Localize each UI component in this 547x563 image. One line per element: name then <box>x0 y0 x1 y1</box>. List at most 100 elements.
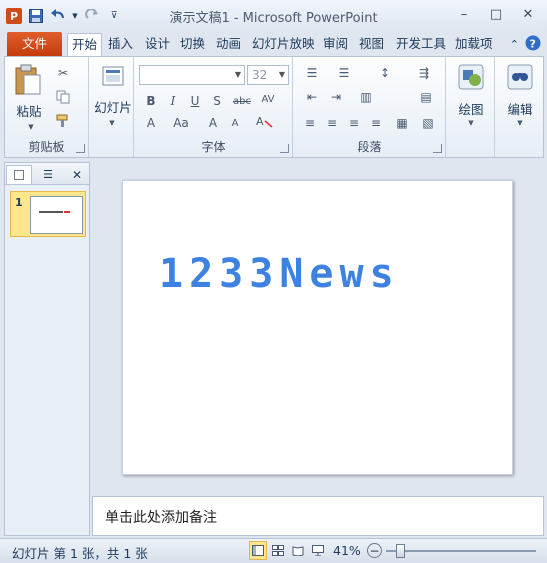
zoom-out-icon[interactable]: − <box>367 543 382 558</box>
bold-icon[interactable]: B <box>143 93 159 109</box>
clear-formatting-icon[interactable]: A <box>255 113 275 129</box>
font-name-combo[interactable]: ▼ <box>139 65 245 85</box>
ribbon-home: 粘贴 ▼ ✂ 剪贴板 幻灯片 ▼ ▼ 32 ▼ B I U S abc AV A <box>4 56 544 158</box>
align-right-icon[interactable]: ≡ <box>346 115 362 131</box>
font-name-dropdown-icon: ▼ <box>234 70 241 79</box>
text-direction-icon[interactable]: ⇶ <box>414 65 434 81</box>
slides-group: 幻灯片 ▼ <box>90 57 134 157</box>
clipboard-launcher-icon[interactable] <box>76 144 85 153</box>
paste-button[interactable]: 粘贴 <box>13 101 45 120</box>
character-spacing-icon[interactable]: AV <box>257 91 279 107</box>
align-left-icon[interactable]: ≡ <box>302 115 318 131</box>
clipboard-group: 粘贴 ▼ ✂ 剪贴板 <box>5 57 89 157</box>
slide-count-status: 幻灯片 第 1 张，共 1 张 <box>12 546 148 561</box>
zoom-level[interactable]: 41% <box>333 543 361 558</box>
title-bar: P ▼ ⊽ 演示文稿1 - Microsoft PowerPoint – □ ✕ <box>0 0 547 30</box>
new-slide-icon[interactable] <box>102 63 124 89</box>
ribbon-tabs: 文件 开始 插入 设计 切换 动画 幻灯片放映 审阅 视图 开发工具 加载项 ⌃… <box>0 30 547 56</box>
slide-thumbnail-number: 1 <box>15 196 23 209</box>
font-group-label: 字体 <box>201 140 226 154</box>
distributed-icon[interactable]: ▦ <box>394 115 410 131</box>
drawing-dropdown-icon[interactable]: ▼ <box>463 115 479 131</box>
slide-canvas[interactable]: 1233News <box>122 180 513 475</box>
paste-icon[interactable] <box>13 63 43 97</box>
slides-pane-tabs: ☰ ✕ <box>5 163 89 185</box>
tab-design[interactable]: 设计 <box>145 33 170 56</box>
paste-dropdown-icon[interactable]: ▼ <box>23 119 39 135</box>
bullets-icon[interactable]: ☰ <box>302 65 322 81</box>
increase-font-size-icon[interactable]: A <box>205 115 221 131</box>
tab-addins[interactable]: 加载项 <box>455 33 493 56</box>
font-size-combo[interactable]: 32 ▼ <box>247 65 289 85</box>
slide-thumbnail-preview <box>30 196 83 234</box>
cut-icon[interactable]: ✂ <box>55 65 71 81</box>
copy-icon[interactable] <box>55 89 71 105</box>
zoom-slider-track[interactable] <box>386 550 536 552</box>
decrease-indent-icon[interactable]: ⇤ <box>302 89 322 105</box>
view-buttons <box>249 541 327 560</box>
tab-developer[interactable]: 开发工具 <box>396 33 446 56</box>
decrease-font-size-icon[interactable]: A <box>227 115 243 131</box>
outline-icon: ☰ <box>43 168 53 181</box>
tab-outline-view[interactable]: ☰ <box>35 165 61 184</box>
change-case-icon[interactable]: Aa <box>169 115 193 131</box>
font-size-dropdown-icon: ▼ <box>278 70 285 79</box>
tab-slides-view[interactable] <box>6 165 32 184</box>
normal-view-icon[interactable] <box>249 541 267 560</box>
notes-pane[interactable]: 单击此处添加备注 <box>92 496 544 536</box>
tab-animations[interactable]: 动画 <box>216 33 241 56</box>
line-spacing-icon[interactable]: ↕ <box>374 65 396 81</box>
editing-group: 编辑 ▼ <box>496 57 544 157</box>
slides-pane: ☰ ✕ 1 <box>4 162 90 536</box>
new-slide-button[interactable]: 幻灯片 <box>92 97 134 116</box>
slide-thumbnail[interactable]: 1 <box>10 191 86 237</box>
tab-home[interactable]: 开始 <box>67 33 103 56</box>
tab-review[interactable]: 审阅 <box>323 33 348 56</box>
minimize-icon[interactable]: – <box>449 4 479 24</box>
svg-text:A: A <box>256 115 264 128</box>
format-painter-icon[interactable] <box>55 113 71 129</box>
slideshow-icon[interactable] <box>309 541 327 560</box>
drawing-group: 绘图 ▼ <box>447 57 495 157</box>
shadow-icon[interactable]: S <box>209 93 225 109</box>
slide-title-text[interactable]: 1233News <box>159 251 400 297</box>
paragraph-group: ☰ ☰ ↕ ⇶ ⇤ ⇥ ▥ ▤ ≡ ≡ ≡ ≡ ▦ ▧ 段落 <box>294 57 446 157</box>
shapes-icon[interactable] <box>457 63 485 91</box>
font-size-value: 32 <box>252 68 268 82</box>
justify-icon[interactable]: ≡ <box>368 115 384 131</box>
notes-placeholder: 单击此处添加备注 <box>105 510 217 526</box>
tab-view[interactable]: 视图 <box>359 33 384 56</box>
align-text-icon[interactable]: ▤ <box>416 89 436 105</box>
italic-icon[interactable]: I <box>165 93 181 109</box>
minimize-ribbon-icon[interactable]: ⌃ <box>510 38 519 51</box>
find-icon[interactable] <box>506 63 534 91</box>
tab-file[interactable]: 文件 <box>7 32 62 56</box>
tab-transitions[interactable]: 切换 <box>180 33 205 56</box>
new-slide-dropdown-icon[interactable]: ▼ <box>104 115 120 131</box>
columns-icon[interactable]: ▥ <box>356 89 376 105</box>
paragraph-launcher-icon[interactable] <box>433 144 442 153</box>
close-icon[interactable]: ✕ <box>513 4 543 24</box>
help-icon[interactable]: ? <box>525 35 541 54</box>
numbering-icon[interactable]: ☰ <box>334 65 354 81</box>
font-group: ▼ 32 ▼ B I U S abc AV A Aa A A A 字体 <box>135 57 293 157</box>
smartart-icon[interactable]: ▧ <box>418 115 438 131</box>
slide-sorter-icon[interactable] <box>269 541 287 560</box>
editing-dropdown-icon[interactable]: ▼ <box>512 115 528 131</box>
tab-insert[interactable]: 插入 <box>108 33 133 56</box>
maximize-icon[interactable]: □ <box>481 4 511 24</box>
paragraph-group-label: 段落 <box>357 140 382 154</box>
svg-text:?: ? <box>530 38 536 51</box>
text-effects-icon[interactable]: A <box>143 115 159 131</box>
font-launcher-icon[interactable] <box>280 144 289 153</box>
reading-view-icon[interactable] <box>289 541 307 560</box>
align-center-icon[interactable]: ≡ <box>324 115 340 131</box>
close-pane-icon[interactable]: ✕ <box>64 165 90 184</box>
slide-editor: 1233News <box>92 162 544 494</box>
status-bar: 幻灯片 第 1 张，共 1 张 41% − <box>0 538 547 563</box>
tab-slideshow[interactable]: 幻灯片放映 <box>252 33 315 56</box>
increase-indent-icon[interactable]: ⇥ <box>326 89 346 105</box>
strikethrough-icon[interactable]: abc <box>231 93 253 109</box>
underline-icon[interactable]: U <box>187 93 203 109</box>
zoom-slider-handle[interactable] <box>396 544 405 558</box>
